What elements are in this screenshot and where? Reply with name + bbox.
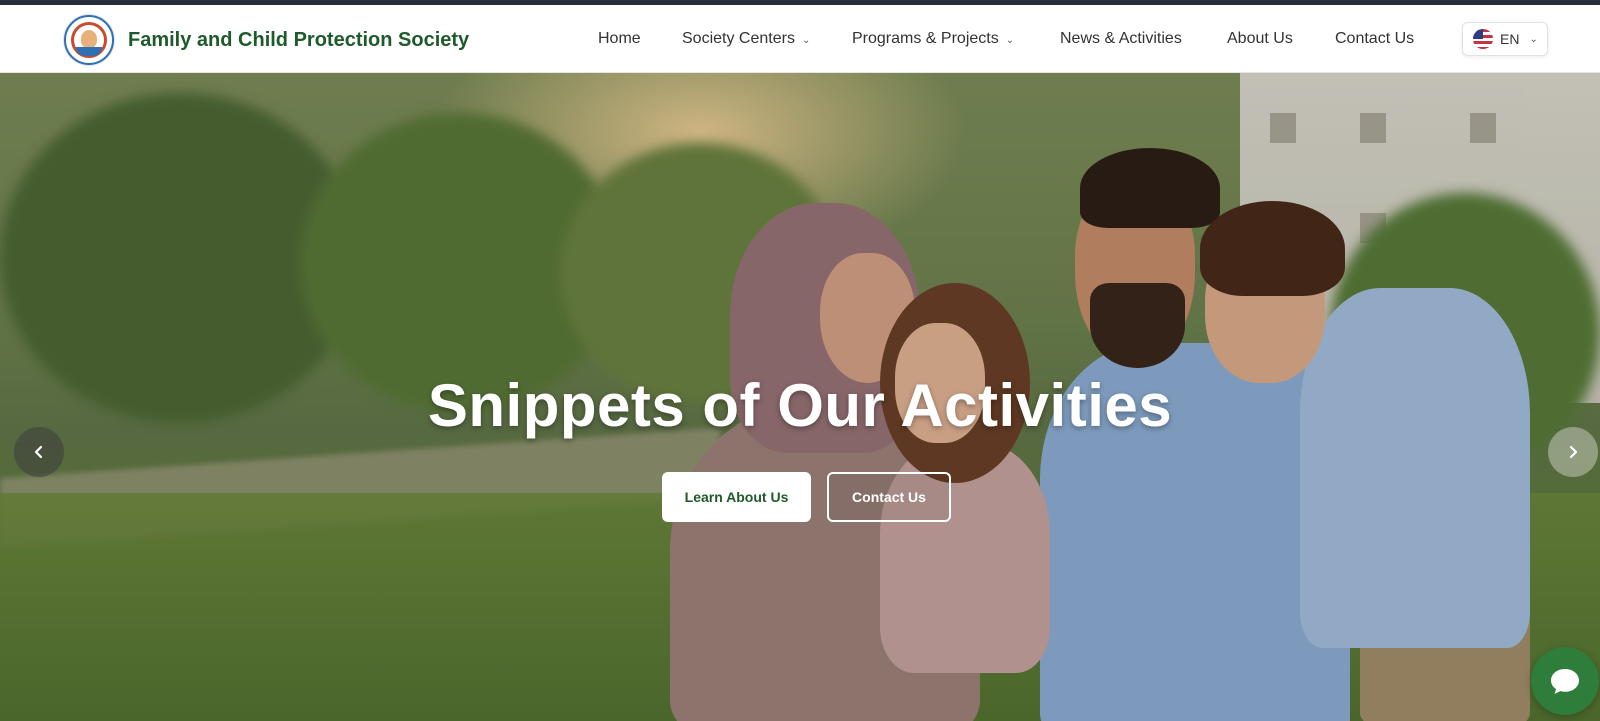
- nav-item-home[interactable]: Home: [598, 5, 641, 73]
- nav-item-label: News & Activities: [1060, 30, 1182, 47]
- brand-name[interactable]: Family and Child Protection Society: [128, 29, 469, 52]
- learn-about-us-button[interactable]: Learn About Us: [662, 472, 811, 522]
- chevron-left-icon: [34, 445, 43, 459]
- nav-item-programs-projects[interactable]: Programs & Projects ⌄: [852, 5, 1014, 73]
- nav-item-label: Society Centers: [682, 30, 795, 47]
- nav-item-label: Contact Us: [1335, 30, 1415, 47]
- hero-slider: Snippets of Our Activities Learn About U…: [0, 73, 1600, 721]
- chevron-down-icon: ⌄: [1529, 33, 1538, 45]
- us-flag-icon: [1473, 29, 1493, 49]
- chat-bubble-icon: [1551, 669, 1579, 694]
- chevron-down-icon: ⌄: [1005, 34, 1015, 46]
- site-header: Family and Child Protection Society Home…: [0, 5, 1600, 73]
- language-label: EN: [1500, 31, 1520, 47]
- society-logo-icon[interactable]: [64, 15, 114, 65]
- nav-item-label: Home: [598, 30, 641, 47]
- nav-item-label: About Us: [1227, 30, 1293, 47]
- chevron-down-icon: ⌄: [801, 34, 811, 46]
- slider-prev-button[interactable]: [14, 427, 64, 477]
- nav-item-society-centers[interactable]: Society Centers ⌄: [682, 5, 810, 73]
- language-selector[interactable]: EN ⌄: [1462, 22, 1548, 56]
- nav-item-contact-us[interactable]: Contact Us: [1335, 5, 1414, 73]
- chevron-right-icon: [1569, 445, 1578, 459]
- contact-us-button[interactable]: Contact Us: [827, 472, 951, 522]
- hero-title: Snippets of Our Activities: [427, 372, 1173, 439]
- slider-next-button[interactable]: [1548, 427, 1598, 477]
- chat-button[interactable]: [1531, 647, 1599, 715]
- nav-item-label: Programs & Projects: [852, 30, 999, 47]
- nav-item-news-activities[interactable]: News & Activities: [1060, 5, 1182, 73]
- brand[interactable]: Family and Child Protection Society: [64, 15, 469, 65]
- nav-item-about-us[interactable]: About Us: [1227, 5, 1293, 73]
